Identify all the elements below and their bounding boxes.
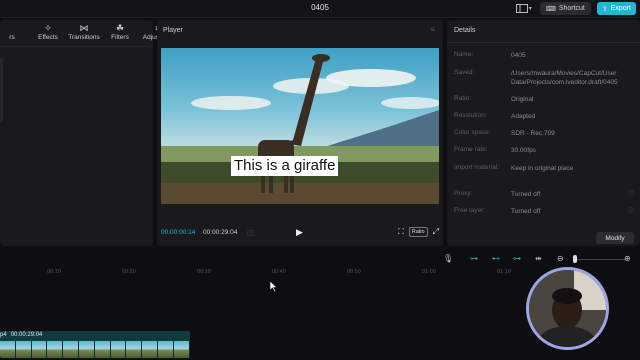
info-icon[interactable]: ⓘ [628,189,634,198]
detail-row: Color space: SDR - Rec.709 [454,129,555,137]
clip-duration: 00:00:29:04 [10,332,43,338]
details-title: Details [454,27,476,34]
details-panel: Details Name: 0405 Saved:/Users/mwaura/Mo… [447,20,640,246]
auto-snapping-icon[interactable]: ⊷ [492,254,500,263]
timeline-toolbar: 🎙 ⊶ ⊷ ⊶ ⇹ ⊖ ⊕ [0,251,640,267]
video-preview[interactable]: This is a giraffe [161,48,439,204]
split-icon[interactable]: ⇹ [535,254,542,263]
divider [0,46,153,47]
player-title: Player [163,27,183,34]
zoom-in-icon[interactable]: ⊕ [624,254,631,263]
player-controls: 00:00:00:14 00:00:29:04 ▯▯ ▶ ⛶ Ratio ⤢ [157,226,443,240]
top-bar: 0405 ▾ ⌨ Shortcut ⇪ Export [0,0,640,18]
timecode-grid-icon[interactable]: ▯▯ [247,229,255,237]
effects-icon: ✧ [44,23,52,33]
mouse-cursor-icon [269,280,278,295]
tool-text[interactable]: rs [0,22,29,41]
ratio-button[interactable]: Ratio [408,227,428,237]
clip-header: p4 00:00:29:04 [0,331,190,341]
keyboard-icon: ⌨ [545,5,556,13]
zoom-out-icon[interactable]: ⊖ [557,254,564,263]
export-icon: ⇪ [601,5,608,13]
menu-icon[interactable]: ≡ [430,25,435,34]
export-button[interactable]: ⇪ Export [596,2,636,15]
fit-screen-icon[interactable]: ⛶ [398,227,404,237]
detail-row: Ratio: Original [454,95,534,103]
detail-row: Proxy: Turned off [454,190,541,198]
detail-row: Import material: Keep in original place [454,164,574,172]
layout-icon[interactable]: ▾ [514,2,534,15]
main-track-magnet-icon[interactable]: ⊶ [470,254,478,263]
tool-transitions[interactable]: ⋈ Transitions [67,22,101,41]
detail-row: Free layer: Turned off [454,207,541,215]
current-time: 00:00:00:14 [161,229,196,236]
linkage-icon[interactable]: ⊶ [513,254,521,263]
modify-button[interactable]: Modify [596,232,634,244]
detail-row: Saved:/Users/mwaura/Movies/CapCut/User D… [454,69,618,86]
webcam-overlay [526,267,609,350]
info-icon[interactable]: ⓘ [628,206,634,215]
detail-row: Name: 0405 [454,51,526,59]
filters-icon: ☘ [115,23,125,33]
zoom-slider-handle[interactable] [573,255,577,263]
fullscreen-icon[interactable]: ⤢ [433,227,439,237]
detail-row: Resolution: Adapted [454,112,536,120]
player-panel: Player ≡ This is a giraffe 00:00:00:14 0… [157,20,443,246]
transitions-icon: ⋈ [79,23,89,33]
microphone-icon[interactable]: 🎙 [443,254,453,263]
media-panel: rs ✧ Effects ⋈ Transitions ☘ Filters ⇌ A… [0,20,175,246]
tool-filters[interactable]: ☘ Filters [103,22,137,41]
clip-name: p4 [0,332,7,338]
clip-thumbnails [0,341,190,358]
divider [447,42,640,43]
video-scene [161,54,439,204]
zoom-slider[interactable] [576,259,626,260]
total-time: 00:00:29:04 [203,229,238,236]
media-selection[interactable] [0,58,3,122]
detail-row: Frame rate: 30.00fps [454,146,536,154]
subtitle-caption[interactable]: This is a giraffe [231,156,339,176]
play-button[interactable]: ▶ [296,227,303,238]
shortcut-button[interactable]: ⌨ Shortcut [539,2,591,15]
video-clip[interactable]: p4 00:00:29:04 [0,331,190,358]
tool-effects[interactable]: ✧ Effects [31,22,65,41]
